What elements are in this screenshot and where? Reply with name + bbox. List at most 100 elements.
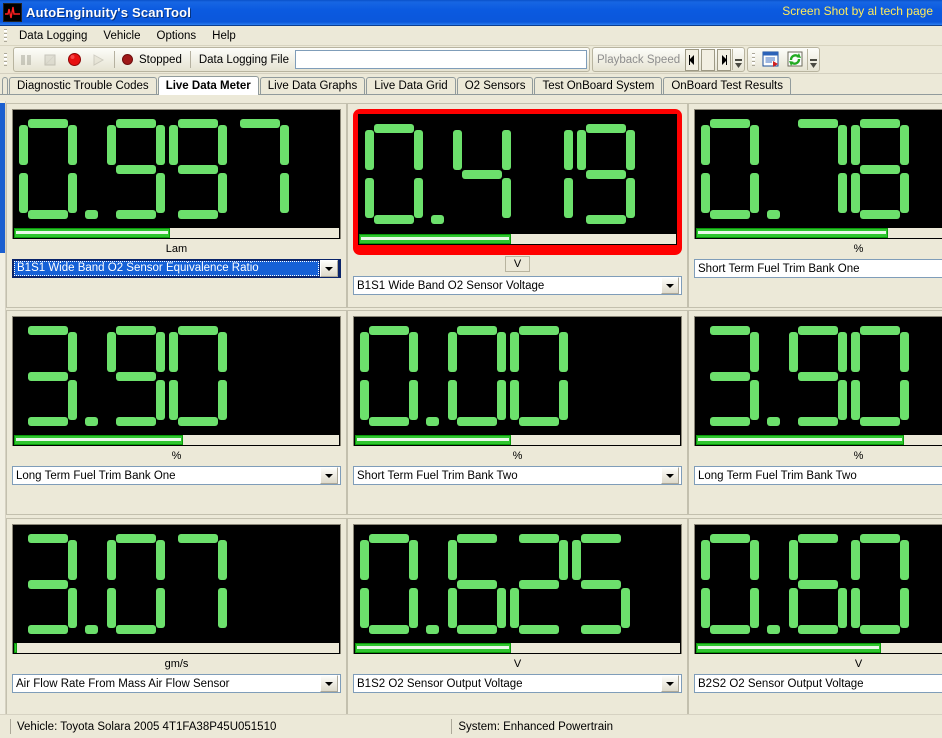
lcd-segment-c [218,380,227,420]
tab-live-data-grid[interactable]: Live Data Grid [366,77,456,94]
lcd-value [695,525,942,643]
lcd-segment-c [502,178,511,218]
parameter-combo[interactable]: Short Term Fuel Trim Bank One [694,259,942,278]
generate-report-button[interactable] [760,49,782,70]
chevron-down-icon[interactable] [320,675,338,692]
refresh-report-button[interactable] [784,49,806,70]
playback-step-back-icon[interactable] [685,49,699,71]
lcd-digit [17,117,79,221]
tab-live-data-graphs[interactable]: Live Data Graphs [260,77,366,94]
playback-step-forward-icon[interactable] [717,49,731,71]
lcd-segment-c [621,588,630,628]
tab-diagnostic-trouble-codes[interactable]: Diagnostic Trouble Codes [9,77,157,94]
menu-item-data-logging[interactable]: Data Logging [11,28,95,44]
lcd-segment-c [409,588,418,628]
tab-o2-sensors[interactable]: O2 Sensors [457,77,534,94]
meter-unit: % [694,241,942,257]
lcd-segment-a [798,326,838,335]
chevron-down-icon[interactable] [320,467,338,484]
play-button[interactable] [87,49,109,70]
lcd-segment-f [360,332,369,372]
scrollbar-thumb[interactable] [0,103,5,253]
lcd-segment-d [369,417,409,426]
lcd-segment-a [178,119,218,128]
lcd-segment-f [851,540,860,580]
report-group-grip[interactable] [752,53,755,66]
chevron-down-icon[interactable] [661,467,679,484]
lcd-segment-a [519,534,559,543]
app-icon [3,3,22,22]
menu-item-options[interactable]: Options [149,28,205,44]
lcd-decimal-point [420,324,446,428]
lcd-segment-e [510,588,519,628]
lcd-screen [13,110,340,228]
report-overflow-icon[interactable] [807,49,819,70]
parameter-combo[interactable]: Long Term Fuel Trim Bank Two [694,466,942,485]
lcd-segment-d [457,625,497,634]
meter-cell: %Short Term Fuel Trim Bank Two [347,310,688,515]
meter-progress-fill [696,435,904,445]
lcd-segment-d [116,417,156,426]
lcd-decimal-point [761,117,787,221]
chevron-down-icon[interactable] [661,675,679,692]
chevron-down-icon[interactable] [661,277,679,294]
lcd-segment-a [28,119,68,128]
tab-test-onboard-system[interactable]: Test OnBoard System [534,77,662,94]
menu-item-help[interactable]: Help [204,28,244,44]
toolbar-grip-handle[interactable] [4,53,7,66]
parameter-combo[interactable]: Short Term Fuel Trim Bank Two [353,466,682,485]
stop-button[interactable] [39,49,61,70]
playback-overflow-icon[interactable] [732,49,744,70]
lcd-segment-d [519,417,559,426]
toolbar: Stopped Data Logging File Playback Speed [0,46,942,74]
parameter-combo[interactable]: B2S2 O2 Sensor Output Voltage [694,674,942,693]
meter-progress-bar [354,435,681,446]
lcd-segment-c [280,173,289,213]
tab-onboard-test-results[interactable]: OnBoard Test Results [663,77,791,94]
lcd-segment-b [68,125,77,165]
lcd-segment-f [107,125,116,165]
lcd-screen [695,110,942,228]
lcd-segment-g [178,165,218,174]
tab-live-data-meter[interactable]: Live Data Meter [158,76,259,95]
parameter-combo[interactable]: B1S2 O2 Sensor Output Voltage [353,674,682,693]
parameter-combo-label: Short Term Fuel Trim Bank Two [354,470,661,482]
meter-display-alarm [353,109,682,255]
chevron-down-icon[interactable] [320,260,338,277]
playback-slider-thumb[interactable] [701,49,715,71]
parameter-combo[interactable]: B1S1 Wide Band O2 Sensor Equivalence Rat… [12,259,341,278]
toolbar-divider-2 [190,51,191,68]
meter-unit: V [694,656,942,672]
lcd-segment-c [68,588,77,628]
meter-unit: V [353,656,682,672]
meter-panel: %Long Term Fuel Trim Bank Two [688,310,942,515]
lcd-digit [358,324,420,428]
record-button[interactable] [63,49,85,70]
lcd-segment-d [116,625,156,634]
tab-scroll-left[interactable] [2,77,8,94]
watermark-text: Screen Shot by al tech page [782,4,933,18]
lcd-segment-a [710,326,750,335]
playback-speed-label: Playback Speed [593,54,684,66]
lcd-segment-a [28,326,68,335]
pause-button[interactable] [15,49,37,70]
lcd-segment-c [900,588,909,628]
parameter-combo-label: B2S2 O2 Sensor Output Voltage [695,678,942,690]
lcd-screen [13,317,340,435]
meter-unit-chip-wrap: V [353,256,682,274]
meter-cell: LamB1S1 Wide Band O2 Sensor Equivalence … [6,103,347,308]
meter-display [12,524,341,654]
lcd-digit [446,532,508,636]
report-toolbar-group [747,47,820,72]
parameter-combo[interactable]: B1S1 Wide Band O2 Sensor Voltage [353,276,682,295]
parameter-combo[interactable]: Long Term Fuel Trim Bank One [12,466,341,485]
menu-item-vehicle[interactable]: Vehicle [95,28,148,44]
parameter-combo[interactable]: Air Flow Rate From Mass Air Flow Sensor [12,674,341,693]
menu-grip-handle[interactable] [4,29,7,42]
lcd-segment-dp [85,210,98,219]
lcd-digit [570,532,632,636]
logfile-input[interactable] [295,50,587,69]
toolbar-divider [114,51,115,68]
meter-progress-bar [13,228,340,239]
parameter-combo-label: Long Term Fuel Trim Bank One [13,470,320,482]
